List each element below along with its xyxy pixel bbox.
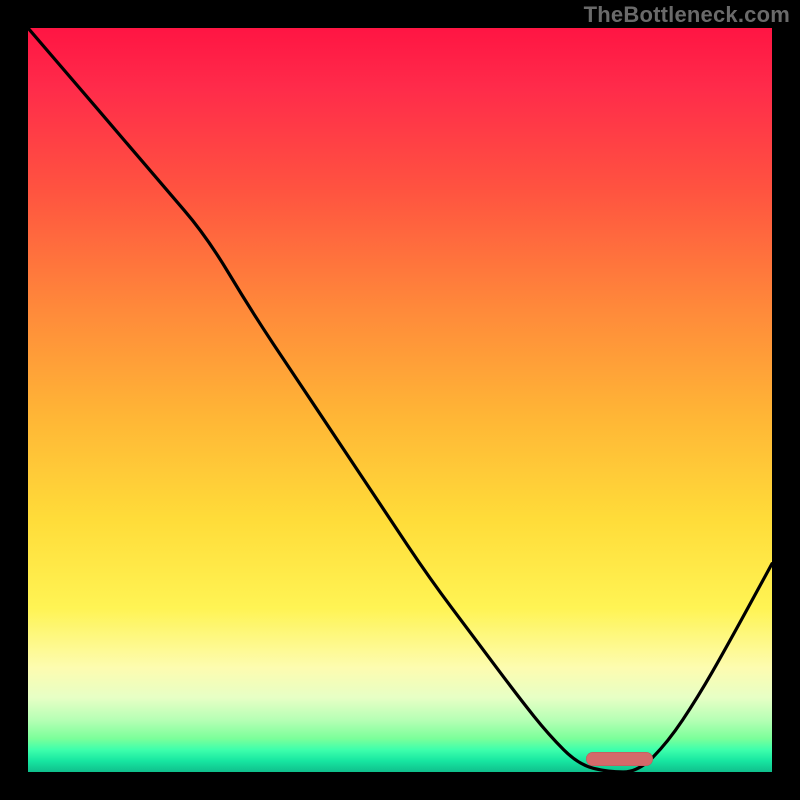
watermark-text: TheBottleneck.com bbox=[584, 2, 790, 28]
optimal-range-marker bbox=[586, 752, 653, 766]
chart-frame: TheBottleneck.com bbox=[0, 0, 800, 800]
plot-area bbox=[28, 28, 772, 772]
bottleneck-curve bbox=[28, 28, 772, 772]
